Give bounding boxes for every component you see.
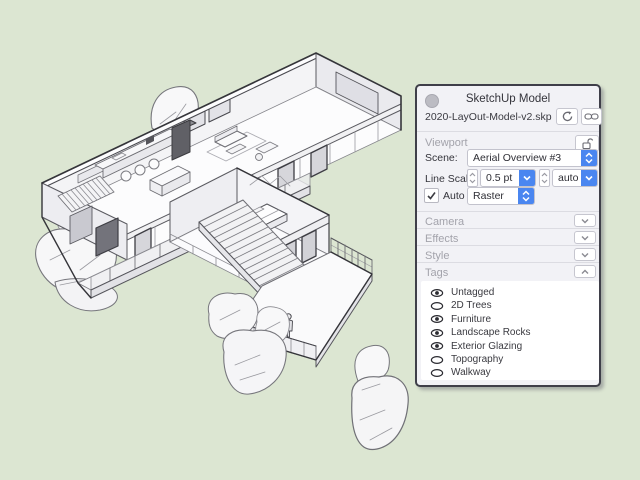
chevron-up-icon [580,268,590,276]
tag-row[interactable]: Furniture [421,313,599,326]
open-eye-icon[interactable] [430,314,444,324]
closed-eye-icon[interactable] [430,301,444,311]
line-weight-stepper[interactable] [539,169,550,187]
refresh-reference-button[interactable] [556,108,578,125]
open-eye-icon[interactable] [430,288,444,298]
divider [417,228,599,229]
render-mode-value: Raster [468,190,518,202]
chevron-down-icon [580,217,590,225]
section-style-label: Style [425,250,449,262]
layout-canvas: SketchUp Model 2020-LayOut-Model-v2.skp … [0,0,640,480]
scene-value: Aerial Overview #3 [468,152,581,164]
divider [417,245,599,246]
line-weight-input[interactable]: auto [552,169,598,187]
section-camera-toggle[interactable] [574,214,596,227]
viewport-section-label: Viewport [425,137,468,149]
open-eye-icon[interactable] [430,341,444,351]
tag-label: Walkway [451,367,491,378]
closed-eye-icon[interactable] [430,368,444,378]
tag-row[interactable]: 2D Trees [421,299,599,312]
section-tags-label: Tags [425,267,448,279]
tag-label: Exterior Glazing [451,341,522,352]
tag-row[interactable]: Walkway [421,366,599,379]
tag-row[interactable]: Topography [421,353,599,366]
tag-label: Furniture [451,314,491,325]
open-eye-icon[interactable] [430,328,444,338]
chevron-down-icon[interactable] [519,170,535,186]
tag-row[interactable]: Exterior Glazing [421,340,599,353]
chevron-up-down-icon[interactable] [518,188,534,204]
link-icon [584,112,599,121]
chevron-up-down-icon[interactable] [581,150,597,166]
section-effects-toggle[interactable] [574,231,596,244]
scene-select[interactable]: Aerial Overview #3 [467,149,598,167]
tags-list: Untagged 2D Trees Furniture Landscape Rocks… [421,281,599,380]
refresh-icon [561,110,574,123]
section-style-toggle[interactable] [574,248,596,261]
divider [417,211,599,212]
scene-label: Scene: [425,152,458,164]
checkmark-icon [425,189,438,202]
panel-title: SketchUp Model [417,93,599,105]
section-camera-label: Camera [425,216,464,228]
divider [417,131,599,132]
chevron-down-icon [580,251,590,259]
section-effects-label: Effects [425,233,458,245]
relink-file-button[interactable] [581,108,602,125]
line-weight-value: auto [553,172,581,184]
closed-eye-icon[interactable] [430,355,444,365]
tag-row[interactable]: Landscape Rocks [421,326,599,339]
tag-label: Topography [451,354,503,365]
model-filename: 2020-LayOut-Model-v2.skp [425,111,552,123]
line-scale-input[interactable]: 0.5 pt [480,169,536,187]
landscape-rock-bottom [352,345,408,449]
auto-checkbox[interactable] [424,188,439,203]
tag-label: 2D Trees [451,300,492,311]
chevron-down-icon[interactable] [581,170,597,186]
tag-label: Landscape Rocks [451,327,531,338]
line-scale-value: 0.5 pt [481,172,519,184]
divider [417,262,599,263]
auto-label: Auto [443,190,465,202]
sketchup-model-panel: SketchUp Model 2020-LayOut-Model-v2.skp … [415,84,601,387]
landscape-rocks-center [208,293,289,394]
line-scale-stepper[interactable] [467,169,478,187]
chevron-down-icon [580,234,590,242]
tag-label: Untagged [451,287,494,298]
tag-row[interactable]: Untagged [421,286,599,299]
render-mode-select[interactable]: Raster [467,187,535,205]
section-tags-toggle[interactable] [574,265,596,278]
